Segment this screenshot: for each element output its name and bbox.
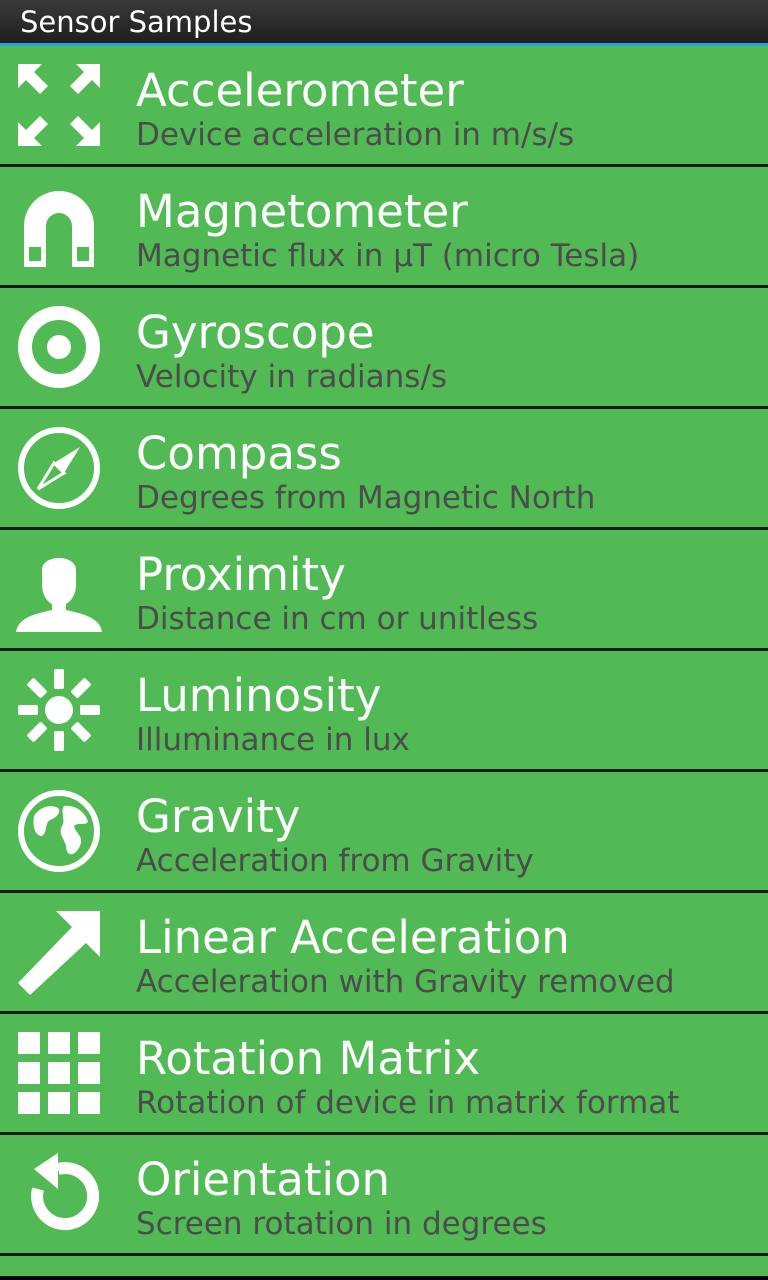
expand-arrows-icon — [14, 60, 104, 150]
list-item-orientation[interactable]: Orientation Screen rotation in degrees — [0, 1135, 768, 1256]
sun-icon — [14, 665, 104, 755]
app-title: Sensor Samples — [20, 5, 253, 39]
list-item-gyroscope[interactable]: Gyroscope Velocity in radians/s — [0, 288, 768, 409]
item-label: Linear Acceleration — [136, 911, 570, 964]
list-item-linear-acceleration[interactable]: Linear Acceleration Acceleration with Gr… — [0, 893, 768, 1014]
item-description: Degrees from Magnetic North — [136, 480, 596, 516]
item-description: Acceleration with Gravity removed — [136, 964, 675, 1000]
grid-icon — [14, 1028, 104, 1118]
list-item-proximity[interactable]: Proximity Distance in cm or unitless — [0, 530, 768, 651]
item-label: Orientation — [136, 1153, 391, 1206]
globe-icon — [14, 786, 104, 876]
item-description: Device acceleration in m/s/s — [136, 117, 575, 153]
list-item-magnetometer[interactable]: Magnetometer Magnetic flux in µT (micro … — [0, 167, 768, 288]
item-description: Illuminance in lux — [136, 722, 410, 758]
person-icon — [14, 544, 104, 634]
list-item-gravity[interactable]: Gravity Acceleration from Gravity — [0, 772, 768, 893]
list-item-compass[interactable]: Compass Degrees from Magnetic North — [0, 409, 768, 530]
item-label: Magnetometer — [136, 185, 468, 238]
list-item-accelerometer[interactable]: Accelerometer Device acceleration in m/s… — [0, 46, 768, 167]
item-label: Accelerometer — [136, 64, 464, 117]
list-item-luminosity[interactable]: Luminosity Illuminance in lux — [0, 651, 768, 772]
item-description: Acceleration from Gravity — [136, 843, 534, 879]
magnet-icon — [14, 181, 104, 271]
item-label: Proximity — [136, 548, 346, 601]
title-bar: Sensor Samples — [0, 0, 768, 46]
item-description: Distance in cm or unitless — [136, 601, 539, 637]
item-label: Compass — [136, 427, 342, 480]
target-icon — [14, 302, 104, 392]
item-label: Luminosity — [136, 669, 382, 722]
item-label: Gyroscope — [136, 306, 375, 359]
item-description: Rotation of device in matrix format — [136, 1085, 680, 1121]
list-item-rotation-matrix[interactable]: Rotation Matrix Rotation of device in ma… — [0, 1014, 768, 1135]
item-description: Magnetic flux in µT (micro Tesla) — [136, 238, 640, 274]
item-label: Gravity — [136, 790, 301, 843]
compass-icon — [14, 423, 104, 513]
sensor-list: Accelerometer Device acceleration in m/s… — [0, 46, 768, 1276]
list-item-partial[interactable] — [0, 1256, 768, 1276]
item-label: Rotation Matrix — [136, 1032, 481, 1085]
arrow-up-right-icon — [14, 907, 104, 997]
item-description: Velocity in radians/s — [136, 359, 447, 395]
item-description: Screen rotation in degrees — [136, 1206, 547, 1242]
rotate-icon — [14, 1149, 104, 1239]
